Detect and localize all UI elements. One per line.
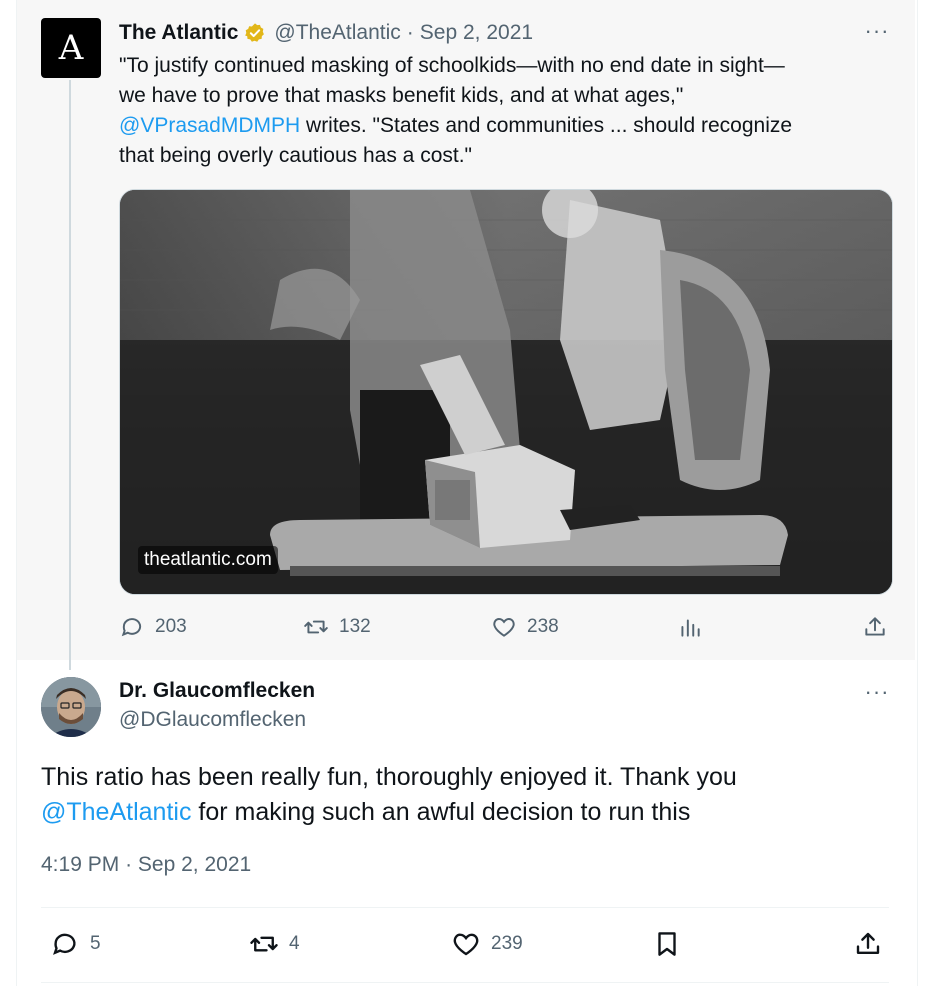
text-part: This ratio has been really fun, thorough… [41, 763, 737, 791]
share-icon [856, 932, 880, 954]
reply-author-name[interactable]: Dr. Glaucomflecken [119, 679, 315, 703]
like-icon [493, 618, 515, 637]
verified-badge-icon [245, 23, 265, 42]
divider [41, 907, 889, 908]
reply-count: 5 [90, 933, 101, 954]
separator-dot: · [406, 21, 414, 44]
reply-button[interactable]: 5 [50, 929, 101, 959]
text-line: "To justify continued masking of schoolk… [119, 54, 785, 77]
link-card-image[interactable] [119, 189, 893, 595]
more-icon[interactable]: ··· [862, 681, 892, 707]
reply-icon [121, 618, 142, 637]
separator-dot: · [125, 853, 133, 876]
retweet-button[interactable]: 132 [303, 614, 371, 640]
views-button[interactable] [677, 614, 703, 640]
more-icon[interactable]: ··· [862, 20, 892, 46]
reply-button[interactable]: 203 [119, 614, 187, 640]
retweet-button[interactable]: 4 [249, 929, 300, 959]
retweet-icon [304, 620, 328, 634]
link-domain-label: theatlantic.com [138, 546, 278, 574]
atlantic-avatar[interactable]: A [41, 18, 101, 78]
author-name[interactable]: The Atlantic [119, 21, 238, 45]
like-count: 238 [527, 616, 559, 637]
avatar-photo [41, 677, 101, 737]
share-icon [865, 617, 885, 636]
mention-link[interactable]: @VPrasadMDMPH [119, 114, 300, 137]
reply-author-handle[interactable]: @DGlaucomflecken [119, 708, 306, 732]
like-icon [453, 933, 479, 956]
reply-timestamp[interactable]: 4:19 PM · Sep 2, 2021 [41, 853, 251, 877]
retweet-count: 132 [339, 616, 371, 637]
text-line: that being overly cautious has a cost." [119, 144, 472, 167]
reply-count: 203 [155, 616, 187, 637]
parent-tweet-header: The Atlantic @TheAtlantic · Sep 2, 2021 [119, 18, 533, 48]
masks-photo [120, 190, 892, 594]
like-button[interactable]: 239 [451, 929, 523, 959]
share-button[interactable] [853, 929, 883, 959]
views-icon [681, 619, 700, 637]
thread-connector-line [69, 80, 71, 670]
share-button[interactable] [862, 614, 888, 640]
like-count: 239 [491, 933, 523, 954]
bookmark-icon [658, 932, 676, 956]
parent-tweet-text: "To justify continued masking of schoolk… [119, 51, 889, 171]
text-part: for making such an awful decision to run… [191, 798, 691, 826]
bookmark-button[interactable] [652, 929, 682, 959]
like-button[interactable]: 238 [491, 614, 559, 640]
text-line: we have to prove that masks benefit kids… [119, 84, 684, 107]
reply-tweet-text: This ratio has been really fun, thorough… [41, 760, 881, 830]
mention-link[interactable]: @TheAtlantic [41, 798, 191, 826]
reply-icon [53, 933, 76, 955]
tweet-date[interactable]: Sep 2, 2021 [420, 21, 533, 45]
time: 4:19 PM [41, 853, 120, 876]
retweet-icon [250, 936, 278, 952]
divider [41, 982, 889, 983]
retweet-count: 4 [289, 933, 300, 954]
author-handle[interactable]: @TheAtlantic [274, 21, 400, 45]
date: Sep 2, 2021 [137, 853, 252, 876]
text-line: writes. "States and communities ... shou… [300, 114, 793, 137]
reply-author-avatar[interactable] [41, 677, 101, 737]
avatar-letter: A [58, 28, 84, 68]
